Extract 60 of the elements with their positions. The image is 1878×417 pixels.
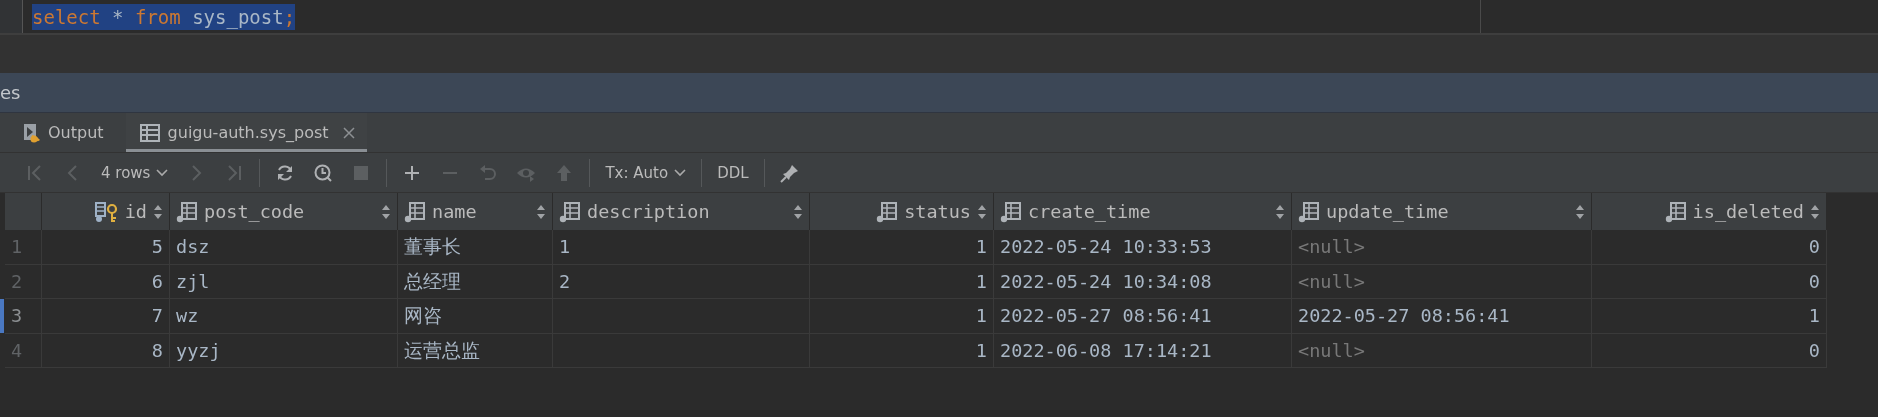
column-header[interactable]: is_deleted [1592, 193, 1827, 230]
row-number: 4 [5, 333, 42, 368]
output-icon [22, 122, 40, 143]
table-cell: 0 [1592, 333, 1827, 368]
dropdown-button[interactable]: 4 rows [96, 157, 174, 188]
table-cell: 0 [1592, 264, 1827, 299]
table-cell: 总经理 [398, 264, 553, 299]
table-cell: 董事长 [398, 230, 553, 265]
table-cell: 8 [42, 333, 170, 368]
table-cell: 7 [42, 299, 170, 334]
table-cell: yyzj [170, 333, 398, 368]
sort-icon [153, 203, 163, 220]
table-cell: <null> [1292, 333, 1592, 368]
table-cell: 6 [42, 264, 170, 299]
column-header[interactable]: id [42, 193, 170, 230]
row-number: 3 [5, 299, 42, 334]
column-header[interactable]: status [810, 193, 994, 230]
result-tab[interactable]: Output [20, 113, 116, 152]
sort-icon [536, 203, 546, 220]
dropdown-button[interactable]: Tx: Auto [600, 157, 692, 188]
table-cell: 1 [810, 333, 994, 368]
column-header[interactable]: update_time [1292, 193, 1592, 230]
table-cell: <null> [1292, 230, 1592, 265]
toolbar-button[interactable]: DDL [712, 157, 754, 188]
table-cell: 2022-05-24 10:33:53 [994, 230, 1292, 265]
table-cell: dsz [170, 230, 398, 265]
table-cell: 运营总监 [398, 333, 553, 368]
table-icon [139, 123, 160, 142]
table-cell: 5 [42, 230, 170, 265]
column-header[interactable]: name [398, 193, 553, 230]
table-cell: 1 [810, 264, 994, 299]
row-number: 1 [5, 230, 42, 265]
table-cell: zjl [170, 264, 398, 299]
column-header[interactable]: description [553, 193, 810, 230]
table-cell: 1 [810, 299, 994, 334]
sort-icon [1810, 203, 1820, 220]
table-cell: 网咨 [398, 299, 553, 334]
table-cell: 2022-05-27 08:56:41 [994, 299, 1292, 334]
table-cell: 2 [553, 264, 810, 299]
table-cell: 1 [553, 230, 810, 265]
table-cell: 1 [1592, 299, 1827, 334]
column-header[interactable]: post_code [170, 193, 398, 230]
table-cell: 1 [810, 230, 994, 265]
close-icon [342, 126, 355, 139]
table-cell: 2022-05-27 08:56:41 [1292, 299, 1592, 334]
table-cell: 2022-06-08 17:14:21 [994, 333, 1292, 368]
row-number: 2 [5, 264, 42, 299]
chevron-down-icon [674, 168, 687, 177]
column-header[interactable]: create_time [994, 193, 1292, 230]
chevron-down-icon [156, 168, 169, 177]
table-cell: <null> [1292, 264, 1592, 299]
sort-icon [793, 203, 803, 220]
sort-icon [1575, 203, 1585, 220]
sort-icon [1275, 203, 1285, 220]
table-cell: wz [170, 299, 398, 334]
table-cell: 0 [1592, 230, 1827, 265]
table-cell: 2022-05-24 10:34:08 [994, 264, 1292, 299]
sort-icon [381, 203, 391, 220]
sort-icon [977, 203, 987, 220]
panel-title: es [0, 82, 21, 103]
